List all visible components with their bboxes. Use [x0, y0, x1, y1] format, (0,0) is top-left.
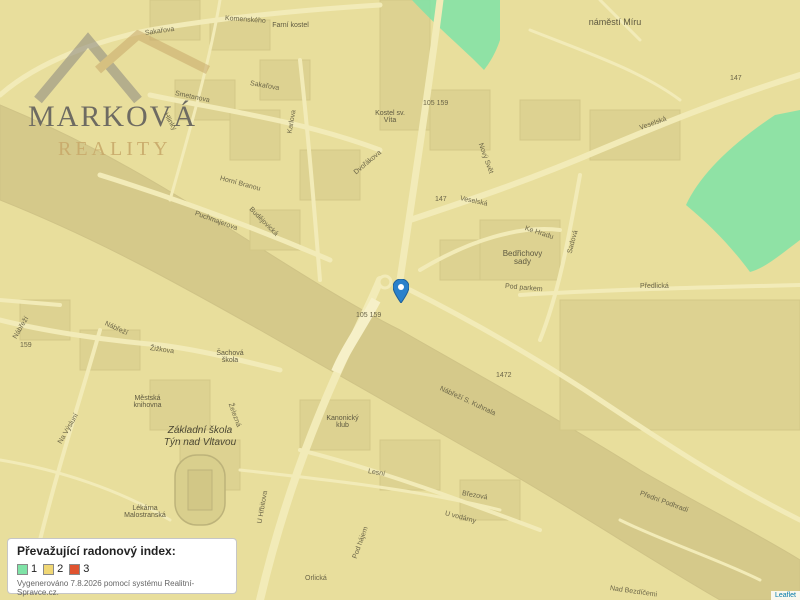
- street-label: Předlická: [640, 283, 669, 290]
- location-pin-icon[interactable]: [393, 279, 409, 303]
- legend-items: 1 2 3: [17, 562, 227, 576]
- road-number: 147: [435, 196, 447, 203]
- place-label: Farní kostel: [272, 22, 309, 29]
- watermark-subtitle: REALITY: [58, 138, 172, 160]
- street-label: Orlická: [305, 575, 327, 582]
- legend-item: 1: [17, 563, 37, 575]
- legend-item: 3: [69, 563, 89, 575]
- road-number: 1472: [496, 372, 512, 379]
- place-label: Městská knihovna: [133, 395, 162, 410]
- road-number: 105 159: [356, 312, 382, 319]
- road-number: 159: [20, 342, 32, 349]
- legend-title: Převažující radonový index:: [17, 544, 176, 558]
- leaflet-attribution-link[interactable]: Leaflet: [770, 591, 800, 600]
- legend-swatch-1: [17, 563, 28, 575]
- road-number: 147: [730, 75, 742, 82]
- sports-field: [174, 454, 226, 526]
- legend-label-3: 3: [83, 563, 90, 575]
- legend-item: 2: [43, 563, 63, 575]
- place-label: Lékárna Malostranská: [124, 505, 166, 520]
- radon-legend: Převažující radonový index: 1 2 3 Vygene…: [8, 539, 236, 597]
- legend-label-1: 1: [31, 563, 38, 575]
- school-label: Základní škola Týn nad Vltavou: [163, 425, 237, 448]
- legend-swatch-2: [43, 563, 55, 575]
- roundabout: [377, 274, 393, 290]
- place-label: Kostel sv. Víta: [375, 110, 405, 125]
- radon-zone-1-east: [686, 110, 800, 272]
- place-label: Kanonický klub: [326, 415, 359, 430]
- legend-swatch-3: [69, 563, 81, 575]
- place-label: Šachová škola: [216, 350, 244, 365]
- map-canvas[interactable]: MARKOVÁ REALITY Sakařova Sakařova Komens…: [0, 0, 800, 600]
- place-label: Bedřichovy sady: [502, 249, 543, 267]
- road-number: 105 159: [423, 100, 449, 107]
- place-label: náměstí Míru: [588, 17, 642, 27]
- legend-label-2: 2: [57, 563, 64, 575]
- legend-note: Vygenerováno 7.8.2026 pomocí systému Rea…: [17, 579, 195, 597]
